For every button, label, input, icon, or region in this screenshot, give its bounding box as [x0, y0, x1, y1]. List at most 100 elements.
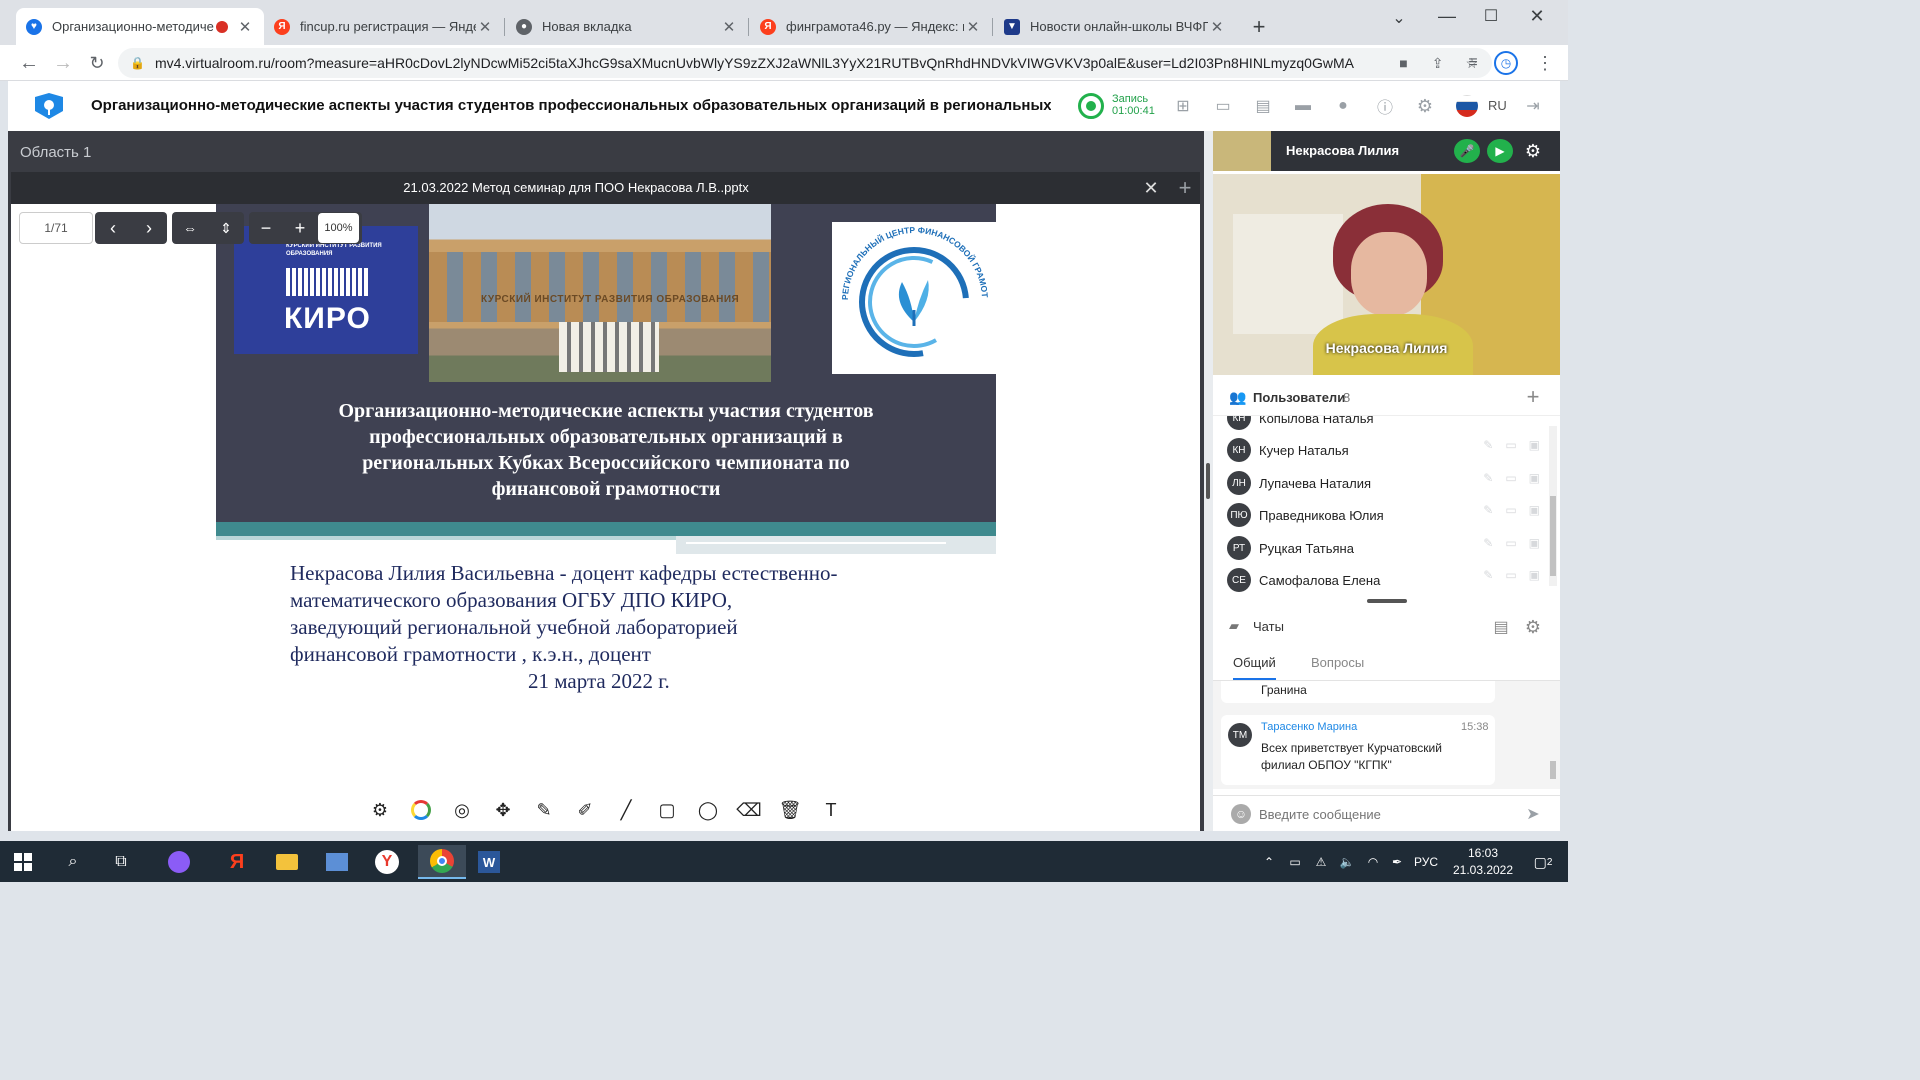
chrome-icon[interactable] [418, 845, 466, 879]
move-icon[interactable]: ✥ [486, 795, 520, 825]
camera-icon[interactable]: ▶ [1487, 139, 1513, 163]
yandex-icon[interactable]: Я [220, 845, 254, 879]
tab-search-icon[interactable]: ⌄ [1384, 6, 1414, 30]
brush-icon[interactable]: ✎ [527, 795, 561, 825]
close-tab-icon[interactable]: ✕ [1208, 18, 1226, 36]
forward-arrow-icon[interactable]: → [48, 49, 78, 77]
chat-message-input[interactable] [1259, 802, 1519, 826]
rectangle-icon[interactable]: ▢ [650, 795, 684, 825]
layout-grid-icon[interactable]: ⊞ [1170, 93, 1196, 119]
color-picker-icon[interactable] [404, 795, 438, 825]
user-row[interactable]: КН Копылова Наталья [1227, 416, 1374, 433]
close-file-icon[interactable]: ✕ [1139, 176, 1163, 200]
maximize-window-button[interactable]: ☐ [1476, 2, 1506, 30]
pen-icon[interactable]: ✒ [1386, 845, 1408, 879]
previous-page-button[interactable]: ‹ [95, 212, 131, 244]
zoom-out-button[interactable]: − [249, 212, 283, 244]
ellipse-icon[interactable]: ◯ [691, 795, 725, 825]
page-counter-input[interactable]: 1/71 [19, 212, 93, 244]
chat-settings-gear-icon[interactable]: ⚙ [1521, 615, 1545, 639]
record-icon[interactable] [1078, 93, 1104, 119]
russian-flag-icon[interactable] [1456, 95, 1478, 117]
yandex-browser-icon[interactable]: Y [370, 845, 404, 879]
user-row[interactable]: РТ Руцкая Татьяна [1227, 533, 1354, 563]
extension-icon[interactable]: ◷ [1494, 51, 1518, 75]
trash-icon[interactable]: 🗑 [773, 795, 807, 825]
panel-splitter[interactable] [1204, 131, 1213, 831]
windows-start-icon[interactable] [6, 845, 40, 879]
wifi-icon[interactable]: ◠ [1362, 845, 1384, 879]
tab-fincup[interactable]: Я fincup.ru регистрация — Яндекс ✕ [264, 8, 504, 45]
camera-icon[interactable]: ■ [1399, 55, 1407, 71]
chat-scrollbar[interactable] [1549, 685, 1557, 785]
settings-gear-icon[interactable]: ⚙ [1412, 93, 1438, 119]
reload-icon[interactable]: ↻ [82, 49, 112, 77]
send-icon[interactable]: ➤ [1521, 802, 1545, 826]
zoom-level[interactable]: 100% [318, 213, 359, 243]
settings-gear-icon[interactable]: ⚙ [363, 795, 397, 825]
new-tab-button[interactable]: + [1246, 14, 1272, 40]
tab-general[interactable]: Общий [1233, 655, 1276, 680]
alice-icon[interactable] [162, 845, 196, 879]
user-row[interactable]: ЛН Лупачева Наталия [1227, 468, 1371, 498]
tab-new[interactable]: ● Новая вкладка ✕ [506, 8, 748, 45]
folder-icon[interactable]: ▬ [1290, 93, 1316, 119]
next-page-button[interactable]: › [131, 212, 167, 244]
tab-fingramota[interactable]: Я финграмота46.ру — Яндекс: на ✕ [750, 8, 992, 45]
network-app-icon[interactable] [320, 845, 354, 879]
close-tab-icon[interactable]: ✕ [964, 18, 982, 36]
line-icon[interactable]: ╱ [609, 795, 643, 825]
pointer-icon[interactable]: ◎ [445, 795, 479, 825]
file-explorer-icon[interactable] [270, 845, 304, 879]
task-view-icon[interactable]: ⧉ [104, 845, 138, 879]
user-row[interactable]: СЕ Самофалова Елена [1227, 565, 1380, 595]
close-window-button[interactable]: ✕ [1522, 2, 1552, 30]
language-label[interactable]: RU [1488, 98, 1507, 113]
text-tool-icon[interactable]: T [814, 795, 848, 825]
volume-icon[interactable]: 🔈 [1336, 845, 1358, 879]
chat-export-icon[interactable]: ▤ [1489, 615, 1513, 639]
tab-vchfg[interactable]: ▼ Новости онлайн-школы ВЧФГ ✕ [994, 8, 1236, 45]
add-file-icon[interactable]: + [1173, 175, 1197, 200]
microphone-icon[interactable]: 🎤 [1454, 139, 1480, 163]
minimize-window-button[interactable]: — [1432, 2, 1462, 30]
emoji-icon[interactable]: ☺ [1231, 804, 1251, 824]
fit-width-icon[interactable]: ⇔ [172, 212, 208, 244]
tray-chevron-icon[interactable]: ⌃ [1258, 845, 1280, 879]
users-scrollbar[interactable] [1549, 426, 1557, 586]
notifications-icon[interactable]: ▢ 2 [1526, 845, 1560, 879]
tab-virtualroom[interactable]: ♥ Организационно-методиче ✕ [16, 8, 264, 45]
search-icon[interactable]: ⌕ [56, 845, 90, 879]
virtualroom-logo[interactable] [30, 90, 68, 122]
settings-gear-icon[interactable]: ⚙ [1520, 139, 1546, 163]
zoom-in-button[interactable]: + [283, 212, 317, 244]
user-row[interactable]: ПЮ Праведникова Юлия [1227, 500, 1384, 530]
share-icon[interactable]: ⇪ [1432, 55, 1444, 72]
battery-icon[interactable]: ▭ [1284, 845, 1306, 879]
add-user-button[interactable]: + [1521, 384, 1545, 410]
user-row[interactable]: КН Кучер Наталья [1227, 435, 1349, 465]
address-bar[interactable]: 🔒 mv4.virtualroom.ru/room?measure=aHR0cD… [118, 48, 1492, 78]
menu-kebab-icon[interactable]: ⋮ [1530, 49, 1560, 77]
back-arrow-icon[interactable]: ← [14, 49, 44, 77]
users-scrollbar-thumb[interactable] [1550, 496, 1556, 576]
splitter-handle[interactable] [1206, 463, 1210, 499]
clock[interactable]: 16:03 21.03.2022 [1448, 845, 1518, 879]
eraser-icon[interactable]: ⌫ [732, 795, 766, 825]
info-icon[interactable]: ⓘ [1372, 93, 1398, 119]
input-language[interactable]: РУС [1414, 855, 1438, 869]
pencil-icon[interactable]: ✐ [568, 795, 602, 825]
speaker-video[interactable]: Некрасова Лилия [1213, 174, 1560, 375]
tab-questions[interactable]: Вопросы [1311, 655, 1364, 670]
fit-page-icon[interactable]: ⇕ [208, 212, 244, 244]
resize-handle[interactable] [1367, 599, 1407, 603]
close-tab-icon[interactable]: ✕ [476, 18, 494, 36]
reading-list-icon[interactable]: ≡ [1460, 49, 1486, 77]
exit-icon[interactable]: ⇥ [1520, 93, 1546, 119]
screen-share-icon[interactable]: ▭ [1210, 93, 1236, 119]
word-icon[interactable]: W [472, 845, 506, 879]
document-icon[interactable]: ▤ [1250, 93, 1276, 119]
tray-app-icon[interactable]: ⚠ [1310, 845, 1332, 879]
close-tab-icon[interactable]: ✕ [720, 18, 738, 36]
participant-icon[interactable]: ● [1330, 93, 1356, 119]
